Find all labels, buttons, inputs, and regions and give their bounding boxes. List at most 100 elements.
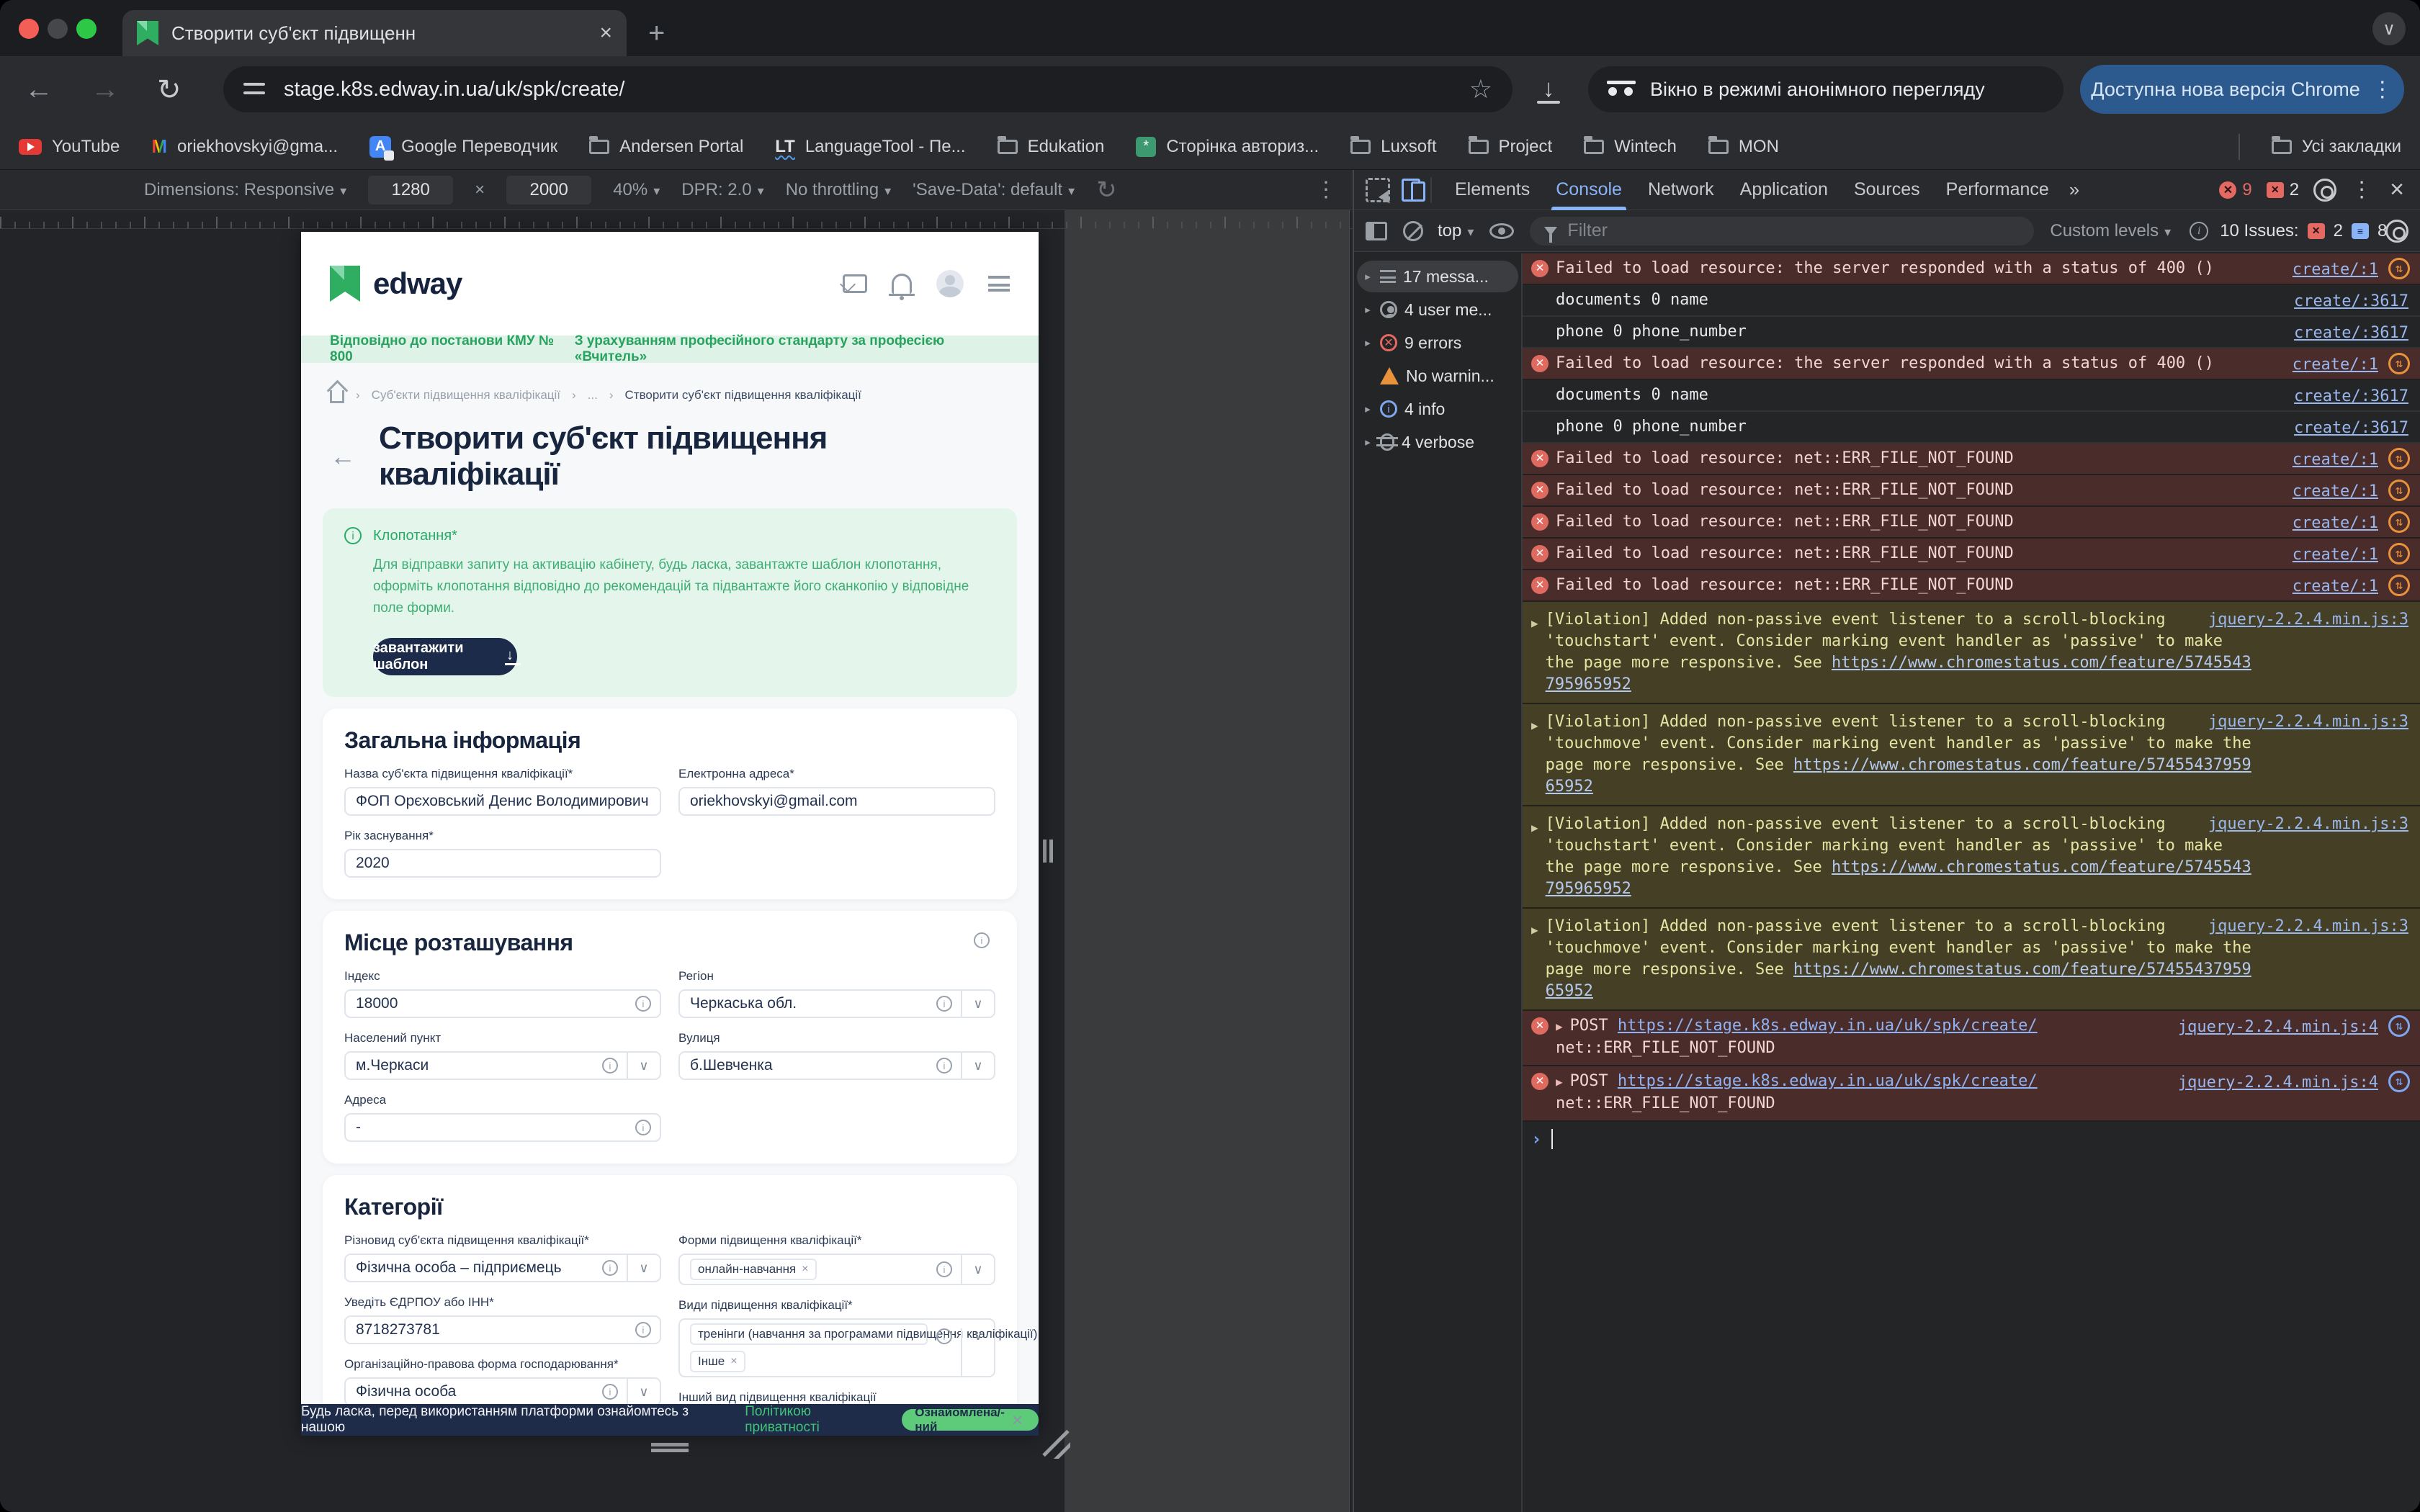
source-link[interactable]: create/:1: [2293, 513, 2378, 534]
info-icon[interactable]: i: [936, 1328, 952, 1344]
chromestatus-link[interactable]: https://www.chromestatus.com/feature/574…: [1546, 756, 2251, 796]
request-url-link[interactable]: https://stage.k8s.edway.in.ua/uk/spk/cre…: [1618, 1072, 2038, 1090]
source-link[interactable]: create/:3617: [2294, 291, 2408, 312]
expand-icon[interactable]: ▶: [1531, 613, 1538, 634]
text-field[interactable]: Черкаська обл.i∨: [678, 989, 995, 1018]
minimize-window-button[interactable]: [48, 19, 68, 39]
bookmark-star-icon[interactable]: ☆: [1469, 74, 1492, 104]
expand-icon[interactable]: ▶: [1531, 715, 1538, 737]
text-field[interactable]: oriekhovskyi@gmail.com: [678, 787, 995, 816]
info-icon[interactable]: i: [974, 932, 990, 948]
reveal-request-icon[interactable]: ⇅: [2388, 480, 2410, 501]
device-toolbar-menu-icon[interactable]: ⋮: [1315, 177, 1337, 202]
expand-icon[interactable]: ▶: [1531, 817, 1538, 839]
edway-logo-text[interactable]: edway: [373, 266, 462, 301]
expand-icon[interactable]: ▸: [1363, 402, 1373, 415]
request-url-link[interactable]: https://stage.k8s.edway.in.ua/uk/spk/cre…: [1618, 1017, 2038, 1035]
source-link[interactable]: create/:3617: [2294, 323, 2408, 344]
info-icon[interactable]: i: [635, 1120, 651, 1135]
live-expression-icon[interactable]: [1489, 223, 1514, 239]
issues-counter[interactable]: 10 Issues: ✕2 ≡8: [2220, 221, 2387, 241]
sidebar-item-4-verbose[interactable]: ▸4 verbose: [1357, 426, 1518, 458]
source-link[interactable]: create/:1: [2293, 544, 2378, 566]
source-link[interactable]: create/:1: [2293, 449, 2378, 471]
source-link[interactable]: create/:3617: [2294, 386, 2408, 408]
edway-logo-icon[interactable]: [330, 266, 360, 302]
chip-remove-icon[interactable]: ×: [730, 1355, 737, 1368]
console-error-badge[interactable]: ✕9: [2219, 180, 2251, 200]
multiselect-field[interactable]: тренінги (навчання за програмами підвище…: [678, 1318, 995, 1377]
chevron-down-icon[interactable]: ∨: [962, 1328, 994, 1344]
chevron-down-icon[interactable]: ∨: [962, 996, 994, 1012]
bookmark-item[interactable]: Wintech: [1584, 137, 1677, 157]
expand-icon[interactable]: ▸: [1363, 303, 1373, 316]
clear-console-icon[interactable]: [1403, 221, 1423, 241]
source-link[interactable]: jquery-2.2.4.min.js:4: [2178, 1072, 2378, 1094]
chromestatus-link[interactable]: https://www.chromestatus.com/feature/574…: [1546, 960, 2251, 1000]
sidebar-item-9-errors[interactable]: ▸✕9 errors: [1357, 327, 1518, 359]
bookmark-item[interactable]: LTLanguageTool - Пе...: [775, 137, 965, 157]
context-selector[interactable]: top▾: [1438, 221, 1474, 241]
reveal-request-icon[interactable]: ⇅: [2388, 258, 2410, 279]
viewport-resize-handle-right[interactable]: [1043, 840, 1053, 863]
address-bar[interactable]: stage.k8s.edway.in.ua/uk/spk/create/ ☆: [223, 66, 1512, 112]
multiselect-field[interactable]: онлайн-навчання×i∨: [678, 1254, 995, 1285]
cookie-close-icon[interactable]: ×: [1012, 1409, 1023, 1431]
reveal-request-icon[interactable]: ⇅: [2388, 1015, 2410, 1037]
viewport-height-input[interactable]: 2000: [506, 176, 591, 204]
source-link[interactable]: jquery-2.2.4.min.js:3: [2208, 609, 2408, 631]
console-settings-icon[interactable]: [2385, 220, 2408, 243]
info-icon[interactable]: i: [602, 1058, 618, 1074]
bookmark-item[interactable]: Moriekhovskyi@gma...: [151, 135, 338, 158]
menu-icon[interactable]: [988, 276, 1010, 292]
chevron-down-icon[interactable]: ∨: [962, 1058, 994, 1074]
tab-console[interactable]: Console: [1543, 170, 1635, 210]
text-field[interactable]: ФОП Орєховський Денис Володимирович: [344, 787, 661, 816]
info-icon[interactable]: i: [936, 1058, 952, 1074]
tab-sources[interactable]: Sources: [1841, 170, 1933, 210]
avatar[interactable]: [936, 270, 964, 297]
tab-elements[interactable]: Elements: [1442, 170, 1543, 210]
info-icon[interactable]: i: [602, 1384, 618, 1400]
dimensions-dropdown[interactable]: Dimensions: Responsive▾: [144, 180, 346, 200]
window-chevron-button[interactable]: ∨: [2372, 12, 2406, 45]
bookmark-item[interactable]: Project: [1469, 137, 1553, 157]
bookmark-item[interactable]: AGoogle Переводчик: [369, 136, 557, 158]
source-link[interactable]: create/:3617: [2294, 418, 2408, 439]
bookmark-item[interactable]: MON: [1708, 137, 1779, 157]
chrome-update-button[interactable]: Доступна нова версія Chrome ⋮: [2080, 65, 2404, 114]
info-icon[interactable]: i: [936, 996, 952, 1012]
log-levels-dropdown[interactable]: Custom levels▾: [2050, 221, 2171, 241]
viewport-resize-handle-corner[interactable]: [1041, 1430, 1070, 1459]
expand-icon[interactable]: ▸: [1363, 336, 1373, 349]
home-icon[interactable]: [330, 390, 344, 403]
back-arrow-icon[interactable]: ←: [330, 441, 356, 472]
expand-icon[interactable]: ▸: [1363, 436, 1373, 449]
bookmark-item[interactable]: *Сторінка авториз...: [1136, 137, 1319, 157]
new-tab-button[interactable]: +: [648, 22, 665, 45]
console-filter-input[interactable]: Filter: [1530, 217, 2034, 246]
tab-network[interactable]: Network: [1635, 170, 1727, 210]
bookmark-item[interactable]: Luxsoft: [1350, 137, 1436, 157]
tab-performance[interactable]: Performance: [1933, 170, 2062, 210]
chevron-down-icon[interactable]: ∨: [628, 1058, 660, 1074]
breadcrumb-item[interactable]: Суб'єкти підвищення кваліфікації: [372, 388, 560, 402]
chevron-down-icon[interactable]: ∨: [962, 1262, 994, 1277]
chip-remove-icon[interactable]: ×: [802, 1263, 808, 1276]
inspect-element-icon[interactable]: [1366, 178, 1390, 202]
sidebar-item-4-user-me-[interactable]: ▸4 user me...: [1357, 294, 1518, 325]
download-template-button[interactable]: завантажити шаблон ↓: [373, 638, 517, 675]
reveal-request-icon[interactable]: ⇅: [2388, 448, 2410, 469]
console-sidebar-toggle-icon[interactable]: [1366, 222, 1387, 240]
expand-icon[interactable]: ▶: [1531, 919, 1538, 941]
site-settings-icon[interactable]: [243, 80, 265, 99]
notifications-icon[interactable]: [892, 274, 912, 294]
close-window-button[interactable]: [19, 19, 39, 39]
breadcrumb-item[interactable]: ...: [588, 388, 598, 402]
browser-menu-icon[interactable]: ⋮: [2372, 77, 2393, 102]
sidebar-item-17-messa-[interactable]: ▸17 messa...: [1357, 261, 1518, 292]
text-field[interactable]: 8718273781i: [344, 1315, 661, 1344]
info-icon[interactable]: i: [635, 1322, 651, 1338]
device-toolbar-toggle-icon[interactable]: [1402, 179, 1420, 202]
viewport-width-input[interactable]: 1280: [368, 176, 453, 204]
